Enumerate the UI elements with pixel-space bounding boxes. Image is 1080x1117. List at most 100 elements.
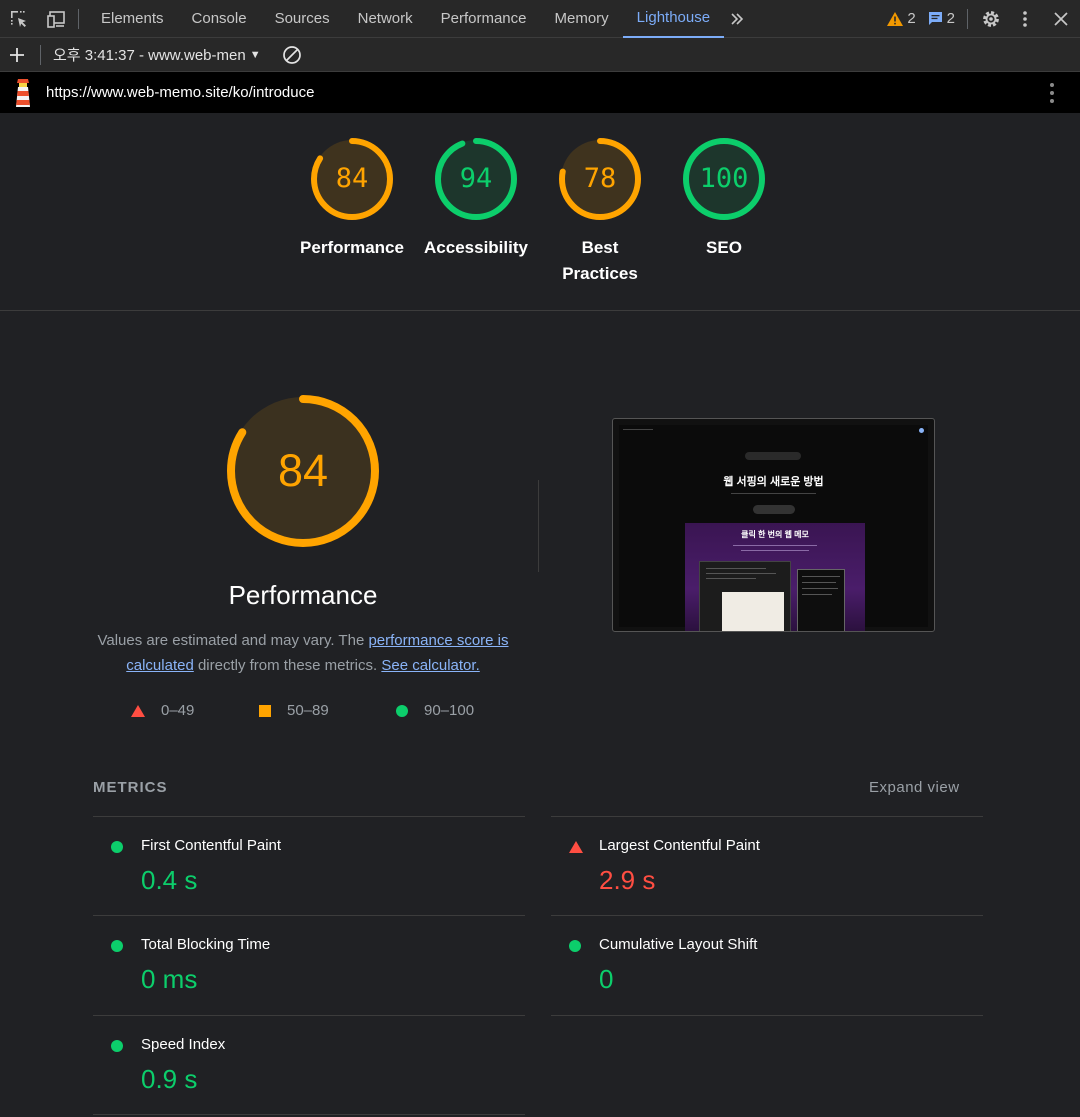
gauge-ring: 78 <box>558 137 642 221</box>
gauge-seo[interactable]: 100 SEO <box>660 137 788 261</box>
close-devtools-icon[interactable] <box>1042 0 1080 38</box>
screenshot-subtitle-line <box>731 493 816 494</box>
devtools-right-controls: 2 2 <box>881 0 1080 38</box>
legend-fail-range: 0–49 <box>161 702 195 719</box>
metric-total-blocking-time: Total Blocking Time 0 ms <box>93 915 525 1015</box>
gauge-score: 100 <box>699 163 749 194</box>
legend-pass-range: 90–100 <box>424 702 475 719</box>
screenshot-rating-pill <box>745 452 801 460</box>
screenshot-card-line <box>802 588 838 589</box>
metric-value: 0.9 s <box>141 1064 198 1094</box>
messages-badge[interactable]: 2 <box>922 10 961 27</box>
fail-triangle-icon <box>569 841 583 853</box>
screenshot-card <box>699 561 791 631</box>
see-calculator-link[interactable]: See calculator. <box>381 657 479 674</box>
tab-separator <box>78 8 79 29</box>
screenshot-card-line <box>802 576 840 577</box>
gauge-ring: 100 <box>682 137 766 221</box>
expand-view-toggle[interactable]: Expand view <box>869 779 960 796</box>
more-tabs-chevron-icon[interactable] <box>724 0 750 38</box>
messages-count: 2 <box>946 10 955 27</box>
pass-circle-icon <box>111 841 123 853</box>
warnings-badge[interactable]: 2 <box>881 10 921 27</box>
report-selector-label: 오후 3:41:37 - www.web-men <box>53 47 246 64</box>
gauge-score: 78 <box>583 163 617 194</box>
metric-row-divider <box>551 1015 983 1016</box>
tab-sources[interactable]: Sources <box>261 0 344 38</box>
metric-largest-contentful-paint: Largest Contentful Paint 2.9 s <box>551 816 983 916</box>
screenshot-panel-line <box>733 545 817 546</box>
performance-score: 84 <box>277 445 329 496</box>
screenshot-card-line <box>706 573 776 574</box>
gauge-score: 94 <box>459 163 493 194</box>
report-url-bar: https://www.web-memo.site/ko/introduce <box>0 72 1080 113</box>
tab-performance[interactable]: Performance <box>427 0 541 38</box>
legend-average-range: 50–89 <box>287 702 329 719</box>
clear-reports-icon[interactable] <box>279 36 305 74</box>
pass-circle-icon <box>111 940 123 952</box>
metric-speed-index: Speed Index 0.9 s <box>93 1015 525 1115</box>
section-divider <box>538 480 539 572</box>
warning-icon <box>887 11 904 26</box>
dropdown-caret-icon: ▼ <box>249 48 261 61</box>
pass-circle-icon <box>396 704 408 717</box>
metric-label: First Contentful Paint <box>141 837 282 854</box>
metric-value: 0 ms <box>141 964 198 994</box>
tab-network[interactable]: Network <box>344 0 427 38</box>
gauge-score: 84 <box>335 163 369 194</box>
metric-label: Total Blocking Time <box>141 936 271 953</box>
metric-label: Cumulative Layout Shift <box>599 936 758 953</box>
report-selector[interactable]: 오후 3:41:37 - www.web-men ▼ <box>41 44 261 65</box>
more-options-icon[interactable] <box>1008 0 1042 38</box>
report-menu-icon[interactable] <box>1050 82 1054 103</box>
metrics-heading: METRICS <box>93 779 168 796</box>
screenshot-card-line <box>706 568 766 569</box>
pass-circle-icon <box>111 1040 123 1052</box>
metric-cumulative-layout-shift: Cumulative Layout Shift 0 <box>551 915 983 1015</box>
gauge-best-practices[interactable]: 78 Best Practices <box>536 137 664 287</box>
inspect-element-icon[interactable] <box>0 0 38 38</box>
gauge-label: SEO <box>706 238 742 257</box>
metrics-bottom-divider <box>93 1114 525 1115</box>
tab-memory[interactable]: Memory <box>541 0 623 38</box>
gauge-ring: 84 <box>310 137 394 221</box>
screenshot-side-card <box>797 569 845 631</box>
report-url: https://www.web-memo.site/ko/introduce <box>46 84 315 101</box>
settings-gear-icon[interactable] <box>974 0 1008 38</box>
final-screenshot-thumbnail[interactable]: 웹 서핑의 새로운 방법 클릭 한 번의 웹 메모 <box>612 418 935 632</box>
desc-text-2: directly from these metrics. <box>193 657 382 674</box>
lighthouse-logo-icon <box>16 78 30 107</box>
legend-average: 50–89 <box>259 702 329 719</box>
screenshot-card-line <box>706 578 756 579</box>
metric-label: Speed Index <box>141 1036 226 1053</box>
screenshot-page: 웹 서핑의 새로운 방법 클릭 한 번의 웹 메모 <box>619 425 928 631</box>
metric-value: 0 <box>599 964 614 994</box>
average-square-icon <box>259 704 271 717</box>
gauge-ring: 94 <box>434 137 518 221</box>
performance-description: Values are estimated and may vary. The p… <box>90 628 516 678</box>
legend-pass: 90–100 <box>396 702 474 719</box>
screenshot-card-image <box>722 592 784 631</box>
tab-elements[interactable]: Elements <box>87 0 178 38</box>
metric-value: 0.4 s <box>141 865 198 895</box>
score-gauges: 84 Performance 94 Accessibility 78 Best … <box>0 113 1080 311</box>
device-toolbar-icon[interactable] <box>38 0 76 38</box>
screenshot-card-line <box>802 594 832 595</box>
gauge-label: Accessibility <box>424 238 528 257</box>
gauge-accessibility[interactable]: 94 Accessibility <box>412 137 540 261</box>
screenshot-title: 웹 서핑의 새로운 방법 <box>723 476 824 488</box>
performance-title: Performance <box>228 580 378 610</box>
tab-separator <box>967 8 968 29</box>
new-report-plus-icon[interactable] <box>0 36 34 74</box>
screenshot-purple-panel: 클릭 한 번의 웹 메모 <box>685 523 865 631</box>
screenshot-panel-title: 클릭 한 번의 웹 메모 <box>741 530 809 539</box>
gauge-performance[interactable]: 84 Performance <box>288 137 416 261</box>
tab-lighthouse[interactable]: Lighthouse <box>622 0 725 38</box>
desc-text-1: Values are estimated and may vary. The <box>97 632 369 649</box>
screenshot-avatar <box>919 428 924 433</box>
screenshot-card-line <box>802 582 836 583</box>
gauge-label: Performance <box>300 238 404 257</box>
performance-big-gauge: 84 <box>224 392 382 550</box>
screenshot-header-line <box>623 429 653 430</box>
tab-console[interactable]: Console <box>178 0 261 38</box>
